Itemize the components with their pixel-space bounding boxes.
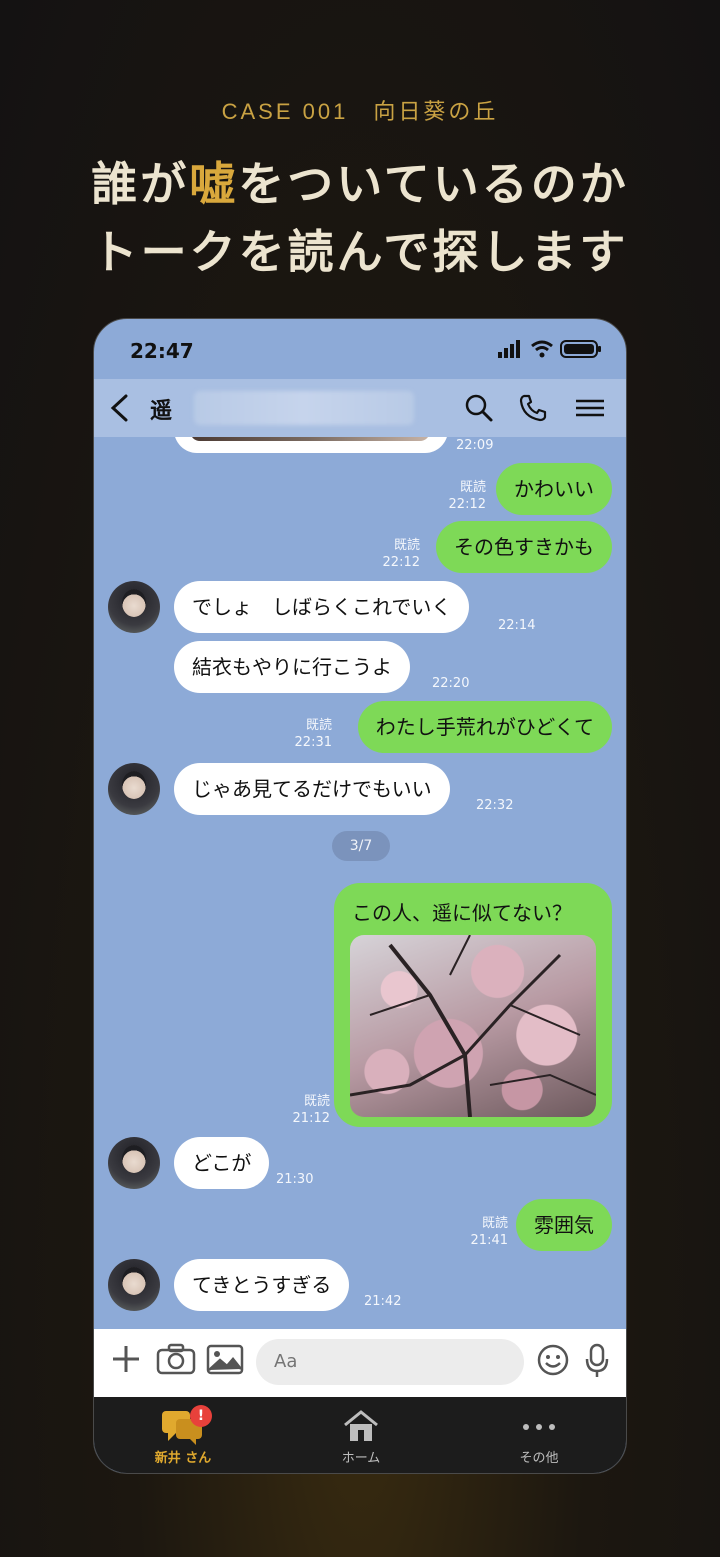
message-out: かわいい (496, 463, 612, 515)
tab-label: 新井 さん (154, 1451, 212, 1466)
message-meta: 既読 22:12 (383, 537, 420, 571)
input-bar (94, 1329, 626, 1397)
message-time: 21:30 (276, 1172, 314, 1187)
message-in: どこが (174, 1137, 270, 1189)
message-meta: 既読 22:31 (295, 717, 332, 751)
message-input[interactable] (256, 1339, 524, 1385)
signal-icon (498, 340, 520, 358)
message-time: 21:42 (364, 1294, 402, 1309)
notification-badge: ! (190, 1405, 212, 1427)
message-time: 22:12 (382, 555, 420, 570)
message-meta: 既読 22:12 (449, 479, 486, 513)
phone-call-icon[interactable] (518, 393, 548, 423)
message-time: 22:32 (476, 798, 514, 813)
tab-label: ホーム (341, 1451, 381, 1466)
tab-chat[interactable]: ! 新井 さん (94, 1397, 272, 1473)
plus-icon[interactable] (110, 1343, 142, 1375)
wifi-icon (531, 340, 553, 358)
message-list[interactable]: 22:09 かわいい 既読 22:12 その色すきかも 既読 22:12 でしょ し… (94, 437, 626, 1329)
cherry-blossom-photo[interactable] (350, 935, 596, 1117)
avatar[interactable] (108, 1137, 160, 1189)
message-time: 22:12 (448, 497, 486, 512)
message-time: 21:41 (470, 1233, 508, 1248)
message-out-photo[interactable]: この人、遥に似てない？ (334, 883, 612, 1127)
message-meta: 既読 21:41 (471, 1215, 508, 1249)
message-out: わたし手荒れがひどくて (357, 701, 612, 753)
avatar[interactable] (108, 581, 160, 633)
message-time: 22:09 (456, 438, 494, 453)
read-receipt: 既読 (393, 538, 420, 553)
branches-graphic (350, 935, 596, 1117)
message-in: 結衣もやりに行こうよ (174, 641, 410, 693)
message-in-partial (174, 437, 448, 453)
emoji-icon[interactable] (536, 1343, 570, 1377)
message-time: 22:14 (498, 618, 536, 633)
phone-screen: 22:47 遥 22:09 かわいい 既読 22:12 その色すきかも 既読 22:… (93, 318, 627, 1474)
partial-photo (190, 437, 430, 441)
headline-highlight: 嘘 (189, 157, 239, 211)
read-receipt: 既読 (481, 1216, 508, 1231)
status-bar: 22:47 (94, 319, 626, 379)
headline-line1: 誰が嘘をついているのか (0, 148, 720, 214)
headline-line2: トークを読んで探します (91, 225, 629, 279)
message-in: じゃあ見てるだけでもいい (174, 763, 450, 815)
read-receipt: 既読 (305, 718, 332, 733)
home-icon (344, 1410, 378, 1441)
message-in: でしょ しばらくこれでいく (174, 581, 470, 633)
headline-pre: 誰が (91, 157, 190, 211)
avatar[interactable] (108, 1259, 160, 1311)
tab-more[interactable]: その他 (450, 1397, 626, 1473)
tab-label: その他 (519, 1451, 559, 1466)
status-time: 22:47 (130, 339, 194, 363)
case-label: CASE 001 向日葵の丘 (221, 99, 499, 124)
message-in: てきとうすぎる (174, 1259, 350, 1311)
message-out: 雰囲気 (516, 1199, 612, 1251)
camera-icon[interactable] (156, 1343, 196, 1375)
message-time: 22:31 (294, 735, 332, 750)
read-receipt: 既読 (459, 480, 486, 495)
menu-icon[interactable] (574, 393, 606, 423)
message-meta: 既読 21:12 (293, 1093, 330, 1127)
tab-bar: ! 新井 さん ホーム その他 (94, 1397, 626, 1473)
more-dots-icon (523, 1424, 555, 1430)
avatar[interactable] (108, 763, 160, 815)
microphone-icon[interactable] (584, 1343, 610, 1379)
blurred-name (194, 391, 414, 425)
message-time: 22:20 (432, 676, 470, 691)
back-icon[interactable] (108, 393, 132, 423)
battery-icon (560, 340, 601, 358)
message-time: 21:12 (292, 1111, 330, 1126)
search-icon[interactable] (464, 393, 494, 423)
status-icons (498, 339, 602, 359)
chat-name: 遥 (150, 399, 173, 424)
message-out: その色すきかも (436, 521, 612, 573)
photo-caption: この人、遥に似てない？ (352, 901, 572, 925)
page-indicator: 3/7 (332, 831, 390, 861)
headline-post: をついているのか (238, 157, 629, 211)
image-icon[interactable] (206, 1343, 244, 1375)
chat-header: 遥 (94, 379, 626, 437)
tab-home[interactable]: ホーム (272, 1397, 450, 1473)
read-receipt: 既読 (303, 1094, 330, 1109)
